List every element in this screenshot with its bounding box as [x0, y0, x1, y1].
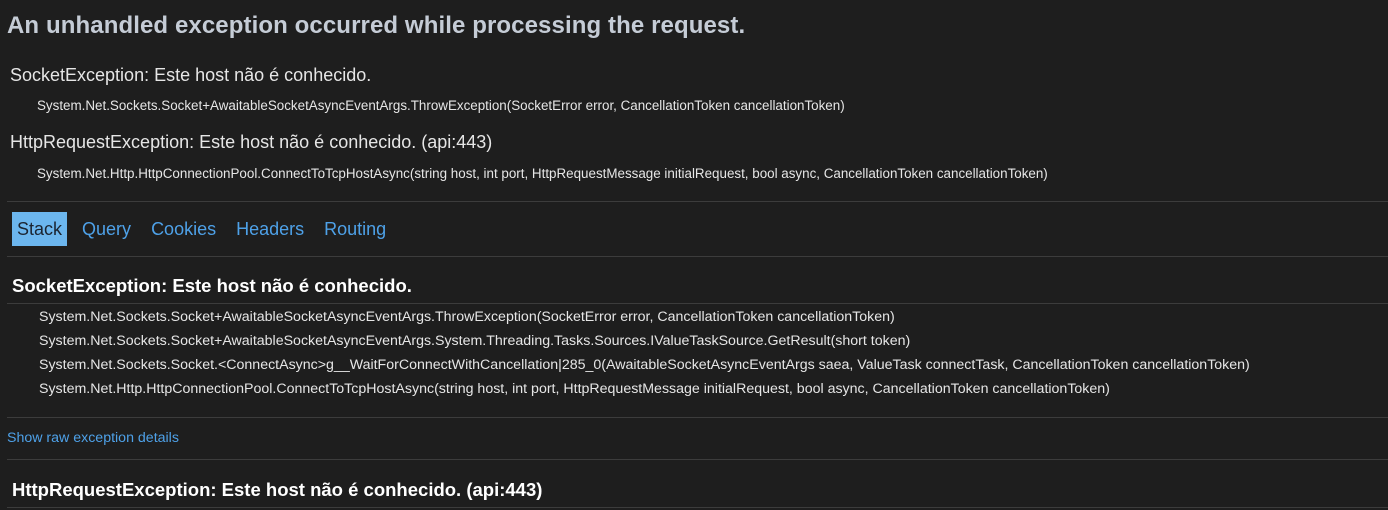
exception-title: SocketException: Este host não é conheci…: [12, 275, 412, 296]
tab-bar: Stack Query Cookies Headers Routing: [12, 212, 401, 246]
stack-frame[interactable]: System.Net.Sockets.Socket.<ConnectAsync>…: [39, 353, 1250, 377]
summary-exception-frame: System.Net.Sockets.Socket+AwaitableSocke…: [37, 98, 845, 113]
divider: [7, 417, 1388, 418]
tab-routing[interactable]: Routing: [319, 212, 391, 246]
stack-frame[interactable]: System.Net.Sockets.Socket+AwaitableSocke…: [39, 329, 1250, 353]
stack-frame[interactable]: System.Net.Sockets.Socket+AwaitableSocke…: [39, 305, 1250, 329]
summary-exception-heading: SocketException: Este host não é conheci…: [10, 65, 372, 85]
stack-frame-list: System.Net.Sockets.Socket+AwaitableSocke…: [39, 305, 1250, 401]
tab-stack[interactable]: Stack: [12, 212, 68, 246]
divider: [7, 256, 1388, 257]
divider: [7, 201, 1388, 202]
summary-exception-frame: System.Net.Http.HttpConnectionPool.Conne…: [37, 166, 1048, 181]
summary-exception-heading: HttpRequestException: Este host não é co…: [10, 132, 493, 152]
show-raw-exception-link[interactable]: Show raw exception details: [7, 430, 179, 446]
page-title: An unhandled exception occurred while pr…: [7, 12, 746, 39]
tab-cookies[interactable]: Cookies: [146, 212, 221, 246]
divider: [7, 303, 1388, 304]
tab-query[interactable]: Query: [77, 212, 136, 246]
exception-title: HttpRequestException: Este host não é co…: [12, 479, 543, 500]
error-page: An unhandled exception occurred while pr…: [0, 0, 1388, 510]
stack-frame[interactable]: System.Net.Http.HttpConnectionPool.Conne…: [39, 377, 1250, 401]
tab-headers[interactable]: Headers: [231, 212, 309, 246]
divider: [7, 507, 1388, 508]
divider: [7, 459, 1388, 460]
